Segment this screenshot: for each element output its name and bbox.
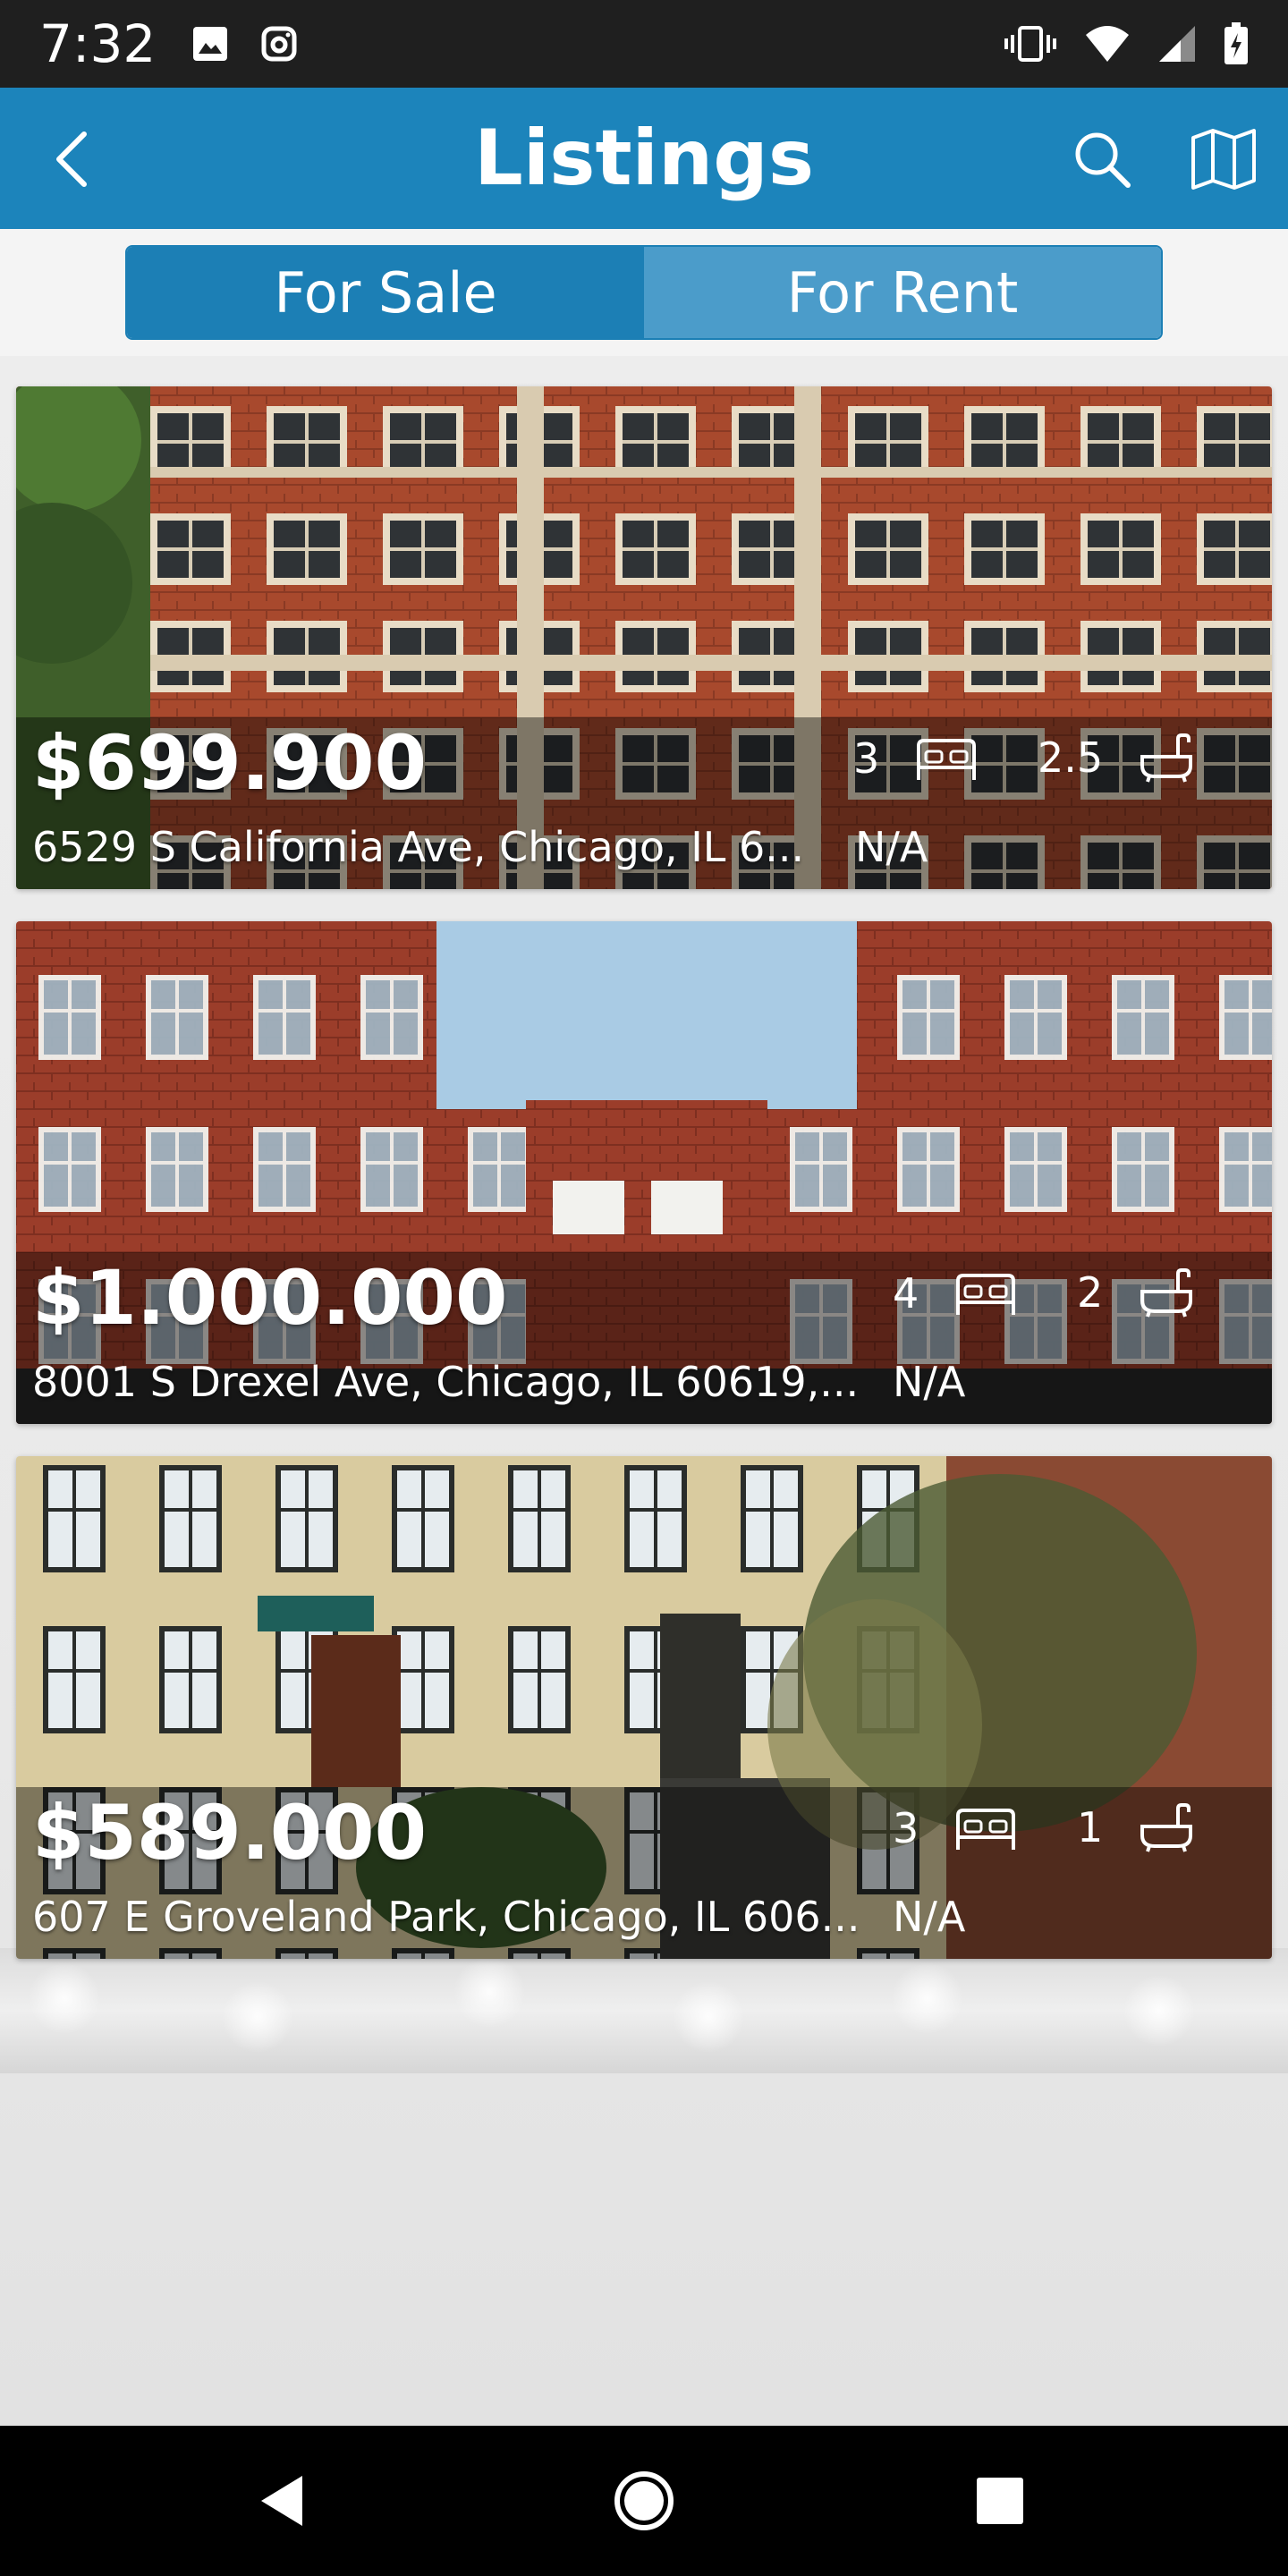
beds-count: 3 (893, 1804, 919, 1852)
listing-area: N/A (855, 823, 928, 871)
back-triangle-icon (261, 2476, 302, 2526)
nav-home-button[interactable] (608, 2465, 680, 2537)
chevron-left-icon (56, 131, 87, 187)
search-button[interactable] (1066, 123, 1138, 195)
listing-price: $589.000 (32, 1789, 428, 1877)
system-nav-bar (0, 2426, 1288, 2576)
listing-price: $1.000.000 (32, 1254, 508, 1342)
battery-icon (1224, 22, 1248, 64)
bed-icon (956, 1274, 1016, 1315)
listing-card[interactable]: $589.000 607 E Groveland Park, Chicago, … (16, 1456, 1272, 1959)
bathtub-icon (1140, 1268, 1193, 1318)
status-time: 7:32 (39, 13, 157, 74)
bed-icon (917, 739, 977, 780)
segment-bar: For Sale For Rent (0, 229, 1288, 356)
bathtub-icon (1140, 1803, 1193, 1852)
tab-for-sale[interactable]: For Sale (127, 247, 644, 338)
baths-stat: 2 (1077, 1267, 1194, 1318)
recents-square-icon (977, 2478, 1023, 2524)
sale-rent-toggle: For Sale For Rent (125, 245, 1163, 340)
listing-card[interactable]: $1.000.000 8001 S Drexel Ave, Chicago, I… (16, 921, 1272, 1424)
nav-back-button[interactable] (247, 2465, 318, 2537)
app-bar: Listings (0, 88, 1288, 229)
status-bar: 7:32 (0, 0, 1288, 88)
baths-count: 1 (1077, 1803, 1104, 1852)
map-icon (1191, 129, 1256, 190)
beds-count: 4 (893, 1269, 919, 1318)
listing-area: N/A (893, 1893, 966, 1941)
home-circle-icon (614, 2471, 674, 2530)
map-button[interactable] (1184, 120, 1263, 199)
vibrate-icon (1004, 26, 1056, 62)
listing-address: 607 E Groveland Park, Chicago, IL 606... (32, 1893, 860, 1941)
tab-for-rent[interactable]: For Rent (644, 247, 1161, 338)
listings-list: $699.900 6529 S California Ave, Chicago,… (0, 356, 1288, 2426)
back-button[interactable] (36, 123, 107, 195)
signal-icon (1159, 26, 1195, 62)
beds-stat: 4 (893, 1268, 1017, 1318)
wifi-icon (1086, 26, 1129, 62)
beds-count: 3 (853, 734, 880, 783)
background-decoration (0, 1948, 1288, 2073)
bed-icon (956, 1809, 1016, 1850)
baths-count: 2.5 (1038, 733, 1104, 782)
listing-address: 6529 S California Ave, Chicago, IL 6... (32, 823, 805, 871)
baths-count: 2 (1077, 1268, 1104, 1317)
beds-stat: 3 (853, 733, 978, 784)
listing-area: N/A (893, 1358, 966, 1406)
baths-stat: 2.5 (1038, 732, 1194, 784)
listing-card[interactable]: $699.900 6529 S California Ave, Chicago,… (16, 386, 1272, 889)
image-icon (193, 27, 228, 61)
listing-price: $699.900 (32, 719, 428, 807)
listing-address: 8001 S Drexel Ave, Chicago, IL 60619,... (32, 1358, 860, 1406)
bathtub-icon (1140, 733, 1193, 783)
baths-stat: 1 (1077, 1801, 1194, 1853)
search-icon (1075, 132, 1131, 188)
nav-recents-button[interactable] (964, 2465, 1036, 2537)
instagram-icon (261, 26, 297, 62)
beds-stat: 3 (893, 1803, 1017, 1853)
